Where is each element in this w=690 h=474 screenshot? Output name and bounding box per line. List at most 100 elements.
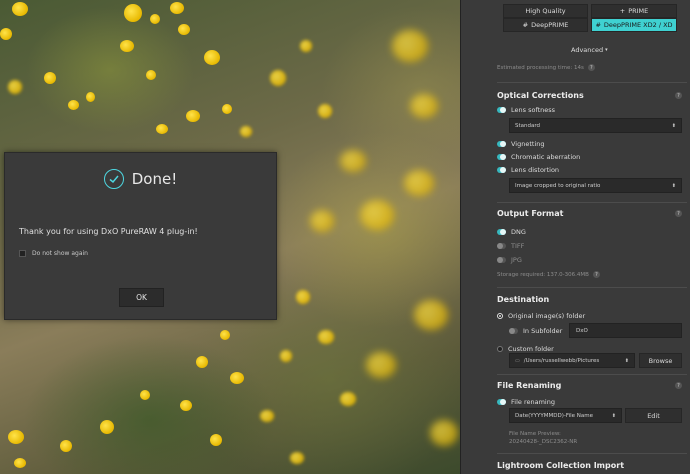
flower (222, 104, 232, 114)
original-folder-label: Original image(s) folder (508, 312, 586, 320)
file-renaming-title: File Renaming (497, 381, 562, 390)
flower (156, 124, 168, 134)
flower (44, 72, 56, 84)
lightroom-import-title: Lightroom Collection Import (497, 461, 625, 470)
flower (124, 4, 142, 22)
help-icon[interactable]: ? (592, 271, 600, 278)
lens-softness-toggle[interactable] (497, 107, 506, 113)
flower (280, 350, 292, 362)
deepprime-button[interactable]: # DeepPRIME (503, 18, 588, 32)
file-name-preview-label: File Name Preview: (509, 431, 561, 437)
flower (318, 104, 332, 118)
flower (14, 458, 26, 468)
help-icon[interactable]: ? (675, 92, 682, 99)
deepprime-label: DeepPRIME (531, 21, 569, 29)
lens-softness-row[interactable]: Lens softness (497, 106, 555, 114)
flower (150, 14, 160, 24)
high-quality-label: High Quality (525, 7, 566, 15)
vignetting-toggle[interactable] (497, 141, 506, 147)
flower (146, 70, 156, 80)
check-circle-icon (103, 169, 124, 189)
distortion-label: Lens distortion (511, 166, 560, 174)
advanced-toggle[interactable]: Advanced ▾ (571, 46, 608, 54)
estimated-time-text: Estimated processing time: 14s (497, 64, 584, 71)
lens-softness-label: Lens softness (511, 106, 556, 114)
file-name-preview-value: 20240428-_DSC2362-NR (509, 439, 578, 445)
softness-select[interactable]: Standard ⬍ (509, 118, 682, 133)
custom-path-value: /Users/russellwebb/Pictures (523, 357, 600, 364)
original-folder-row[interactable]: Original image(s) folder (497, 312, 585, 320)
help-icon[interactable]: ? (675, 382, 682, 389)
flower (170, 2, 184, 14)
rename-pattern-select[interactable]: Date(YYYYMMDD)-File Name ⬍ (509, 408, 622, 423)
prime-button[interactable]: + PRIME (591, 4, 677, 18)
divider (497, 82, 687, 83)
updown-icon: ⬍ (671, 182, 676, 189)
storage-text: Storage required: 137.0-306.4MB (497, 271, 589, 278)
output-format-title: Output Format (497, 209, 564, 218)
flower (86, 92, 95, 102)
updown-icon: ⬍ (624, 357, 629, 364)
do-not-show-again-checkbox[interactable]: Do not show again (19, 250, 88, 257)
custom-path-select[interactable]: ▭ /Users/russellwebb/Pictures ⬍ (509, 353, 635, 368)
in-subfolder-row[interactable]: In Subfolder (509, 327, 562, 335)
file-renaming-toggle[interactable] (497, 399, 506, 405)
jpg-toggle[interactable] (497, 257, 506, 263)
format-dng-row[interactable]: DNG (497, 228, 526, 236)
in-subfolder-toggle[interactable] (509, 328, 518, 334)
in-subfolder-label: In Subfolder (523, 327, 563, 335)
chromatic-row[interactable]: Chromatic aberration (497, 153, 580, 161)
hash-icon: # (595, 21, 601, 29)
distortion-row[interactable]: Lens distortion (497, 166, 559, 174)
edit-label: Edit (647, 411, 660, 420)
custom-folder-label: Custom folder (508, 345, 554, 353)
vignetting-row[interactable]: Vignetting (497, 140, 545, 148)
custom-folder-row[interactable]: Custom folder (497, 345, 554, 353)
checkbox-box[interactable] (19, 250, 26, 257)
custom-folder-radio[interactable] (497, 346, 503, 352)
chromatic-toggle[interactable] (497, 154, 506, 160)
flower (0, 28, 12, 40)
subfolder-input[interactable]: DxO (569, 323, 682, 338)
tiff-toggle[interactable] (497, 243, 506, 249)
dng-toggle[interactable] (497, 229, 506, 235)
flower (230, 372, 244, 384)
format-jpg-row[interactable]: JPG (497, 256, 522, 264)
edit-button[interactable]: Edit (625, 408, 682, 423)
flower (68, 100, 79, 110)
browse-button[interactable]: Browse (639, 353, 682, 368)
deepprime-xd-button[interactable]: # DeepPRIME XD2 / XD (591, 18, 677, 32)
help-icon[interactable]: ? (587, 64, 595, 71)
high-quality-button[interactable]: High Quality (503, 4, 588, 18)
help-icon[interactable]: ? (675, 210, 682, 217)
custom-path-wrap: ▭ /Users/russellwebb/Pictures (515, 358, 599, 364)
flower (360, 200, 394, 230)
flower (318, 330, 334, 344)
flower (12, 2, 28, 16)
flower (366, 352, 396, 378)
rename-pattern-value: Date(YYYYMMDD)-File Name (515, 412, 593, 419)
flower (310, 210, 334, 232)
distortion-toggle[interactable] (497, 167, 506, 173)
chevron-down-icon: ▾ (605, 47, 608, 53)
original-folder-radio[interactable] (497, 313, 503, 319)
flower (178, 24, 190, 35)
flower (340, 392, 356, 406)
flower (220, 330, 230, 340)
ok-button[interactable]: OK (119, 288, 164, 307)
file-renaming-row[interactable]: File renaming (497, 398, 555, 406)
dng-label: DNG (511, 228, 526, 236)
format-tiff-row[interactable]: TIFF (497, 242, 524, 250)
estimated-time: Estimated processing time: 14s ? (497, 64, 595, 71)
updown-icon: ⬍ (611, 412, 616, 419)
settings-panel: High Quality + PRIME # DeepPRIME # DeepP… (460, 0, 690, 474)
flower (410, 94, 438, 118)
divider (497, 374, 687, 375)
browse-label: Browse (648, 356, 673, 365)
distortion-select[interactable]: Image cropped to original ratio ⬍ (509, 178, 682, 193)
flower (60, 440, 72, 452)
flower (340, 150, 366, 172)
divider (497, 287, 687, 288)
flower (270, 70, 286, 86)
deepprime-xd-label: DeepPRIME XD2 / XD (603, 21, 673, 29)
